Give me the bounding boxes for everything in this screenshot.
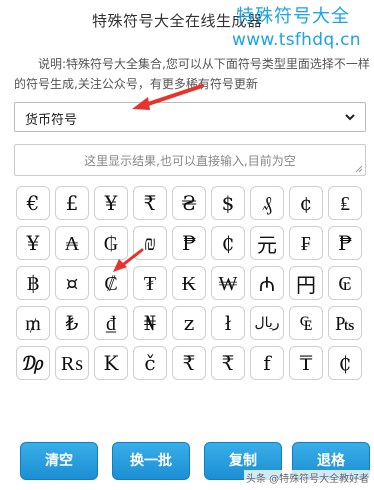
symbol-cell[interactable]: ₹ — [172, 346, 206, 380]
symbol-cell[interactable]: ₹ — [133, 186, 167, 220]
selected-type-label: 货币符号 — [25, 113, 78, 128]
symbol-cell[interactable]: £ — [55, 186, 89, 220]
symbol-cell[interactable]: ₱ — [328, 226, 362, 260]
symbol-cell[interactable]: 元 — [250, 226, 284, 260]
description-text: 说明:特殊符号大全集合,您可以从下面符号类型里面选择不一样的符号生成,关注公众号… — [14, 57, 370, 91]
symbol-cell[interactable]: z — [172, 306, 206, 340]
symbol-cell[interactable]: ₠ — [289, 306, 323, 340]
symbol-cell[interactable]: ₳ — [55, 226, 89, 260]
symbol-cell[interactable]: ₪ — [133, 226, 167, 260]
symbol-cell[interactable]: f — [250, 346, 284, 380]
symbol-cell[interactable]: ł — [211, 306, 245, 340]
symbol-cell[interactable]: ₹ — [211, 346, 245, 380]
symbol-cell[interactable]: ₭ — [172, 266, 206, 300]
watermark-site-name: 特殊符号大全 — [236, 6, 350, 27]
symbol-cell[interactable]: ₴ — [172, 186, 206, 220]
symbol-cell[interactable]: ₸ — [289, 346, 323, 380]
symbol-cell[interactable]: ₤ — [328, 186, 362, 220]
clear-button[interactable]: 清空 — [20, 442, 98, 480]
symbol-cell[interactable]: ₥ — [16, 306, 50, 340]
symbol-cell[interactable]: ₵ — [211, 226, 245, 260]
symbol-cell[interactable]: ₮ — [133, 266, 167, 300]
symbol-cell[interactable]: ฿ — [16, 266, 50, 300]
resize-grip-icon[interactable] — [355, 165, 363, 173]
symbol-cell[interactable]: 円 — [289, 266, 323, 300]
symbol-cell[interactable]: ₯ — [16, 346, 50, 380]
footer-watermark: 头条 @特殊符号大全教好者 — [244, 470, 372, 485]
symbol-cell[interactable]: € — [16, 186, 50, 220]
symbol-cell[interactable]: ₫ — [94, 306, 128, 340]
symbol-cell[interactable]: ₲ — [94, 226, 128, 260]
result-placeholder: 这里显示结果,也可以直接输入,目前为空 — [84, 154, 296, 168]
symbol-cell[interactable]: ریال — [250, 306, 284, 340]
chevron-down-icon — [345, 114, 355, 121]
symbol-cell[interactable]: K — [94, 346, 128, 380]
symbol-cell[interactable]: ₰ — [250, 186, 284, 220]
watermark-url: www.tsfhdq.cn — [232, 30, 361, 50]
header: 特殊符号大全在线生成器 特殊符号大全 www.tsfhdq.cn — [0, 0, 374, 50]
symbol-cell[interactable]: $ — [211, 186, 245, 220]
symbol-cell[interactable]: ₦ — [133, 306, 167, 340]
symbol-cell[interactable]: ₡ — [94, 266, 128, 300]
symbol-cell[interactable]: ₩ — [211, 266, 245, 300]
symbol-cell[interactable]: ¤ — [55, 266, 89, 300]
symbol-cell[interactable]: ₨ — [55, 346, 89, 380]
symbol-cell[interactable]: ₺ — [55, 306, 89, 340]
symbol-cell[interactable]: ₵ — [328, 346, 362, 380]
symbol-grid: € £ ¥ ₹ ₴ $ ₰ ¢ ₤ ¥ ₳ ₲ ₪ ₱ ₵ 元 ₣ ₱ ฿ ¤ ₡ ₮ ₭ ₩ ₼ 円 ₢ ₥ ₺ ₫ ₦ z ł ریال ₠ ₧ ₯… — [16, 186, 368, 380]
symbol-cell[interactable]: ₢ — [328, 266, 362, 300]
symbol-cell[interactable]: ₧ — [328, 306, 362, 340]
symbol-cell[interactable]: ₼ — [250, 266, 284, 300]
symbol-cell[interactable]: ₣ — [289, 226, 323, 260]
refresh-batch-button[interactable]: 换一批 — [112, 442, 190, 480]
symbol-cell[interactable]: ₱ — [172, 226, 206, 260]
symbol-cell[interactable]: ¥ — [94, 186, 128, 220]
result-textarea[interactable]: 这里显示结果,也可以直接输入,目前为空 — [14, 144, 366, 176]
symbol-cell[interactable]: ¥ — [16, 226, 50, 260]
symbol-cell[interactable]: ¢ — [289, 186, 323, 220]
symbol-cell[interactable]: č — [133, 346, 167, 380]
symbol-type-select[interactable]: 货币符号 — [14, 102, 366, 132]
